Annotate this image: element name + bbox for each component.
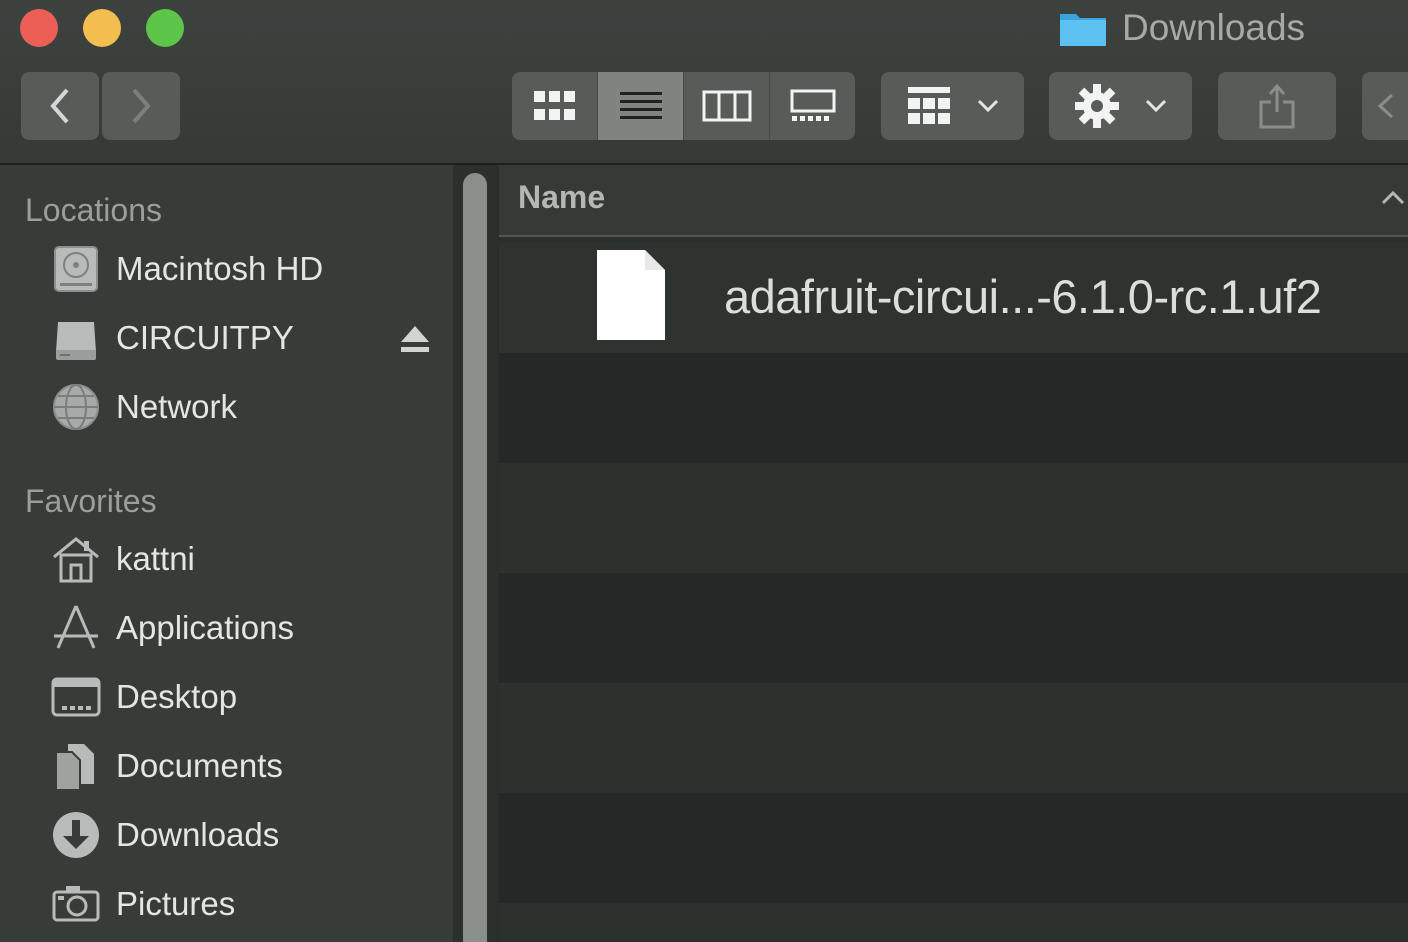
documents-icon	[55, 744, 94, 791]
sidebar-item-label: Applications	[116, 609, 294, 646]
sort-ascending-icon	[1381, 190, 1405, 205]
list-view-button[interactable]	[598, 72, 684, 140]
network-globe-icon	[53, 384, 99, 430]
sidebar-item-network[interactable]: Network	[50, 379, 440, 435]
chevron-right-icon	[132, 88, 151, 124]
minimize-button[interactable]	[83, 9, 121, 47]
home-icon	[53, 537, 99, 583]
zoom-button[interactable]	[146, 9, 184, 47]
downloads-icon	[53, 812, 99, 858]
file-row[interactable]: adafruit-circui...-6.1.0-rc.1.uf2	[499, 243, 1408, 353]
desktop-icon	[51, 677, 101, 717]
sidebar-scrollbar-thumb[interactable]	[463, 173, 487, 942]
group-by-icon	[907, 87, 950, 124]
sidebar-item-macintosh-hd[interactable]: Macintosh HD	[50, 241, 440, 297]
column-view-button[interactable]	[684, 72, 770, 140]
chevron-left-icon	[50, 88, 69, 124]
icon-view-button[interactable]	[512, 72, 598, 140]
sidebar-item-label: Macintosh HD	[116, 250, 324, 287]
name-column-label: Name	[518, 179, 606, 215]
columns-icon	[702, 90, 751, 122]
document-icon	[597, 250, 665, 340]
tag-icon	[1377, 93, 1394, 119]
favorites-heading: Favorites	[25, 483, 157, 519]
file-name: adafruit-circui...-6.1.0-rc.1.uf2	[724, 270, 1322, 323]
empty-row	[499, 793, 1408, 903]
gear-icon	[1074, 84, 1119, 128]
group-by-button[interactable]	[881, 72, 1024, 140]
locations-heading: Locations	[25, 192, 162, 228]
sidebar-item-label: Documents	[116, 747, 283, 784]
sidebar-item-documents[interactable]: Documents	[50, 738, 440, 794]
sidebar-item-label: CIRCUITPY	[116, 319, 294, 356]
gallery-icon	[790, 89, 835, 121]
empty-row	[499, 353, 1408, 463]
empty-row	[499, 683, 1408, 793]
sidebar-item-label: Network	[116, 388, 238, 425]
forward-button[interactable]	[102, 72, 180, 140]
sidebar-item-label: kattni	[116, 540, 195, 577]
close-button[interactable]	[20, 9, 58, 47]
sidebar: Locations Macintosh HD CIRCUITPY Network	[0, 165, 453, 942]
tags-button[interactable]	[1362, 72, 1408, 140]
file-list: Name adafruit-circui...-6.1.0-rc.1.uf2	[499, 165, 1408, 942]
sidebar-item-label: Desktop	[116, 678, 238, 715]
empty-row	[499, 463, 1408, 573]
view-mode-selector	[512, 72, 855, 140]
sidebar-item-downloads[interactable]: Downloads	[50, 807, 440, 863]
share-button[interactable]	[1218, 72, 1336, 140]
hard-drive-icon	[54, 246, 98, 292]
sidebar-item-kattni[interactable]: kattni	[50, 531, 440, 587]
sidebar-item-circuitpy[interactable]: CIRCUITPY	[50, 310, 440, 366]
name-column-header[interactable]: Name	[499, 165, 1408, 237]
window-title-text: Downloads	[1122, 7, 1306, 48]
applications-icon	[54, 605, 98, 649]
sidebar-item-applications[interactable]: Applications	[50, 600, 440, 656]
back-button[interactable]	[21, 72, 99, 140]
folder-icon	[1060, 14, 1106, 46]
camera-icon	[52, 886, 100, 922]
sidebar-item-label: Downloads	[116, 816, 280, 853]
sidebar-item-desktop[interactable]: Desktop	[50, 669, 440, 725]
chevron-down-icon	[1145, 99, 1166, 113]
external-drive-icon	[56, 322, 96, 360]
list-lines-icon	[619, 92, 662, 119]
action-button[interactable]	[1049, 72, 1192, 140]
eject-icon[interactable]	[398, 322, 432, 356]
sidebar-item-label: Pictures	[116, 885, 236, 922]
empty-row	[499, 573, 1408, 683]
window-title: Downloads	[1058, 6, 1305, 50]
empty-row	[499, 903, 1408, 942]
gallery-view-button[interactable]	[770, 72, 855, 140]
sidebar-item-pictures[interactable]: Pictures	[50, 876, 440, 932]
chevron-down-icon	[977, 99, 998, 113]
toolbar: Downloads	[0, 0, 1408, 165]
icon-grid-icon	[533, 91, 575, 120]
share-icon	[1259, 83, 1295, 129]
